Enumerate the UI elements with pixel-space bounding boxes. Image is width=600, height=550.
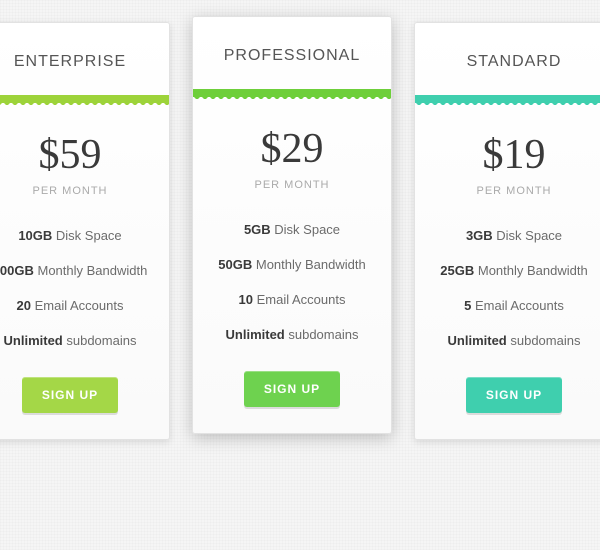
feature-item: 5GB Disk Space: [205, 213, 379, 248]
feature-item: 20 Email Accounts: [0, 289, 157, 324]
feature-item: Unlimited subdomains: [0, 324, 157, 359]
plan-price: $29: [203, 125, 381, 173]
price-block: $29 PER MONTH: [193, 97, 391, 197]
plan-price: $59: [0, 131, 159, 179]
feature-item: 100GB Monthly Bandwidth: [0, 254, 157, 289]
signup-button[interactable]: SIGN UP: [466, 377, 562, 413]
plan-card-enterprise: ENTERPRISE $59 PER MONTH 10GB Disk Space…: [0, 22, 170, 440]
feature-item: Unlimited subdomains: [427, 324, 600, 359]
feature-list: 10GB Disk Space 100GB Monthly Bandwidth …: [0, 203, 169, 369]
plan-period: PER MONTH: [425, 185, 600, 197]
feature-list: 3GB Disk Space 25GB Monthly Bandwidth 5 …: [415, 203, 600, 369]
price-block: $19 PER MONTH: [415, 103, 600, 203]
feature-list: 5GB Disk Space 50GB Monthly Bandwidth 10…: [193, 197, 391, 363]
pricing-row: ENTERPRISE $59 PER MONTH 10GB Disk Space…: [0, 22, 600, 440]
plan-card-professional: PROFESSIONAL $29 PER MONTH 5GB Disk Spac…: [192, 16, 392, 434]
feature-item: 10 Email Accounts: [205, 283, 379, 318]
price-block: $59 PER MONTH: [0, 103, 169, 203]
feature-item: Unlimited subdomains: [205, 318, 379, 353]
feature-item: 10GB Disk Space: [0, 219, 157, 254]
plan-price: $19: [425, 131, 600, 179]
feature-item: 3GB Disk Space: [427, 219, 600, 254]
plan-card-standard: STANDARD $19 PER MONTH 3GB Disk Space 25…: [414, 22, 600, 440]
plan-title: ENTERPRISE: [0, 23, 169, 95]
plan-period: PER MONTH: [203, 179, 381, 191]
accent-ribbon: [193, 89, 391, 97]
plan-title: STANDARD: [415, 23, 600, 95]
feature-item: 25GB Monthly Bandwidth: [427, 254, 600, 289]
accent-ribbon: [0, 95, 169, 103]
feature-item: 50GB Monthly Bandwidth: [205, 248, 379, 283]
signup-button[interactable]: SIGN UP: [22, 377, 118, 413]
signup-button[interactable]: SIGN UP: [244, 371, 340, 407]
accent-ribbon: [415, 95, 600, 103]
plan-period: PER MONTH: [0, 185, 159, 197]
feature-item: 5 Email Accounts: [427, 289, 600, 324]
plan-title: PROFESSIONAL: [193, 17, 391, 89]
